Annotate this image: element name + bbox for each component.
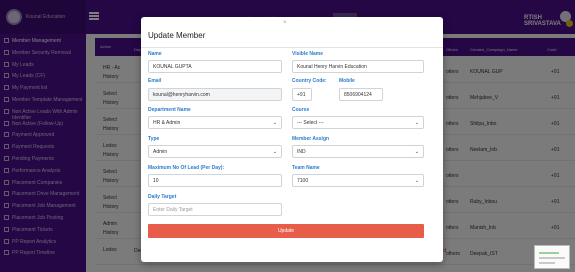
team-name-select[interactable]: 7100 ⌄: [292, 174, 424, 187]
chevron-down-icon: ⌄: [414, 120, 419, 126]
name-field[interactable]: KOUNAL GUPTA: [148, 60, 282, 73]
mobile-label: Mobile: [339, 78, 355, 84]
max-lead-field[interactable]: 10: [148, 174, 282, 187]
type-label: Type: [148, 136, 160, 142]
mobile-field[interactable]: 8506904124: [339, 88, 383, 101]
country-code-field[interactable]: +91: [292, 88, 312, 101]
department-label: Department Name: [148, 107, 191, 113]
type-value: Admin: [153, 148, 168, 155]
thumbnail-bar: [539, 257, 565, 259]
member-assign-label: Member Assign: [292, 136, 330, 142]
team-name-label: Team Name: [292, 165, 320, 171]
department-value: HR & Admin: [153, 119, 181, 126]
divider: [141, 47, 443, 48]
thumbnail-bar: [539, 252, 559, 254]
close-icon[interactable]: ×: [283, 20, 287, 26]
daily-target-input[interactable]: Enter Daily Target: [148, 203, 282, 216]
visible-name-field[interactable]: Kounal Henry Harvin Education: [292, 60, 424, 73]
email-field[interactable]: kounal@henryharvin.com: [148, 88, 282, 101]
country-code-label: Country Code:: [292, 78, 327, 84]
member-assign-select[interactable]: IND ⌄: [292, 145, 424, 158]
email-label: Email: [148, 78, 162, 84]
update-member-modal: × Update Member Name KOUNAL GUPTA Visibl…: [141, 17, 443, 262]
chevron-down-icon: ⌄: [272, 149, 277, 155]
course-label: Course: [292, 107, 310, 113]
chevron-down-icon: ⌄: [414, 149, 419, 155]
max-lead-label: Maximum No Of Lead (Per Day):: [148, 165, 225, 171]
modal-title: Update Member: [148, 31, 206, 40]
team-name-value: 7100: [297, 177, 309, 184]
daily-target-label: Daily Target: [148, 194, 177, 200]
chevron-down-icon: ⌄: [414, 178, 419, 184]
member-assign-value: IND: [297, 148, 306, 155]
course-value: --- Select ---: [297, 119, 324, 126]
type-select[interactable]: Admin ⌄: [148, 145, 282, 158]
department-select[interactable]: HR & Admin ⌄: [148, 116, 282, 129]
thumbnail-bar: [539, 262, 555, 264]
visible-name-label: Visible Name: [292, 51, 324, 57]
update-button[interactable]: Update: [148, 224, 424, 238]
course-select[interactable]: --- Select --- ⌄: [292, 116, 424, 129]
preview-thumbnail[interactable]: [534, 245, 570, 269]
chevron-down-icon: ⌄: [272, 120, 277, 126]
name-label: Name: [148, 51, 162, 57]
